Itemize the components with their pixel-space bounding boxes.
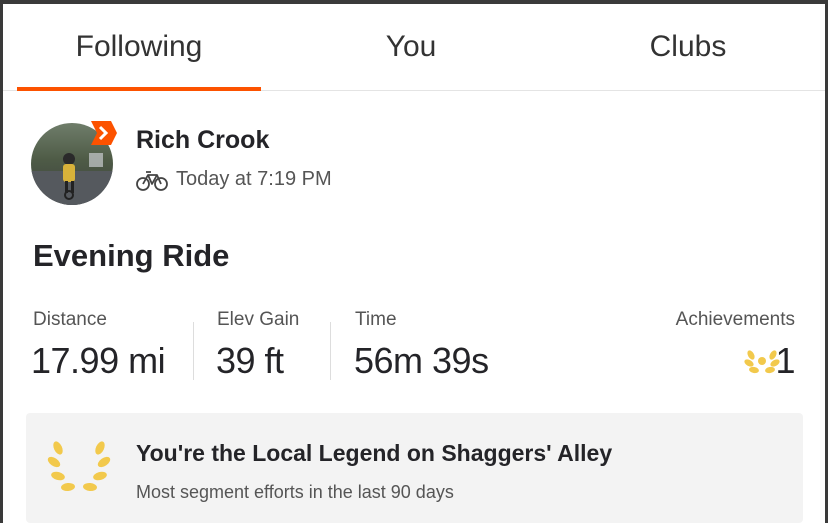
stat-distance-value: 17.99 mi — [31, 340, 166, 381]
subscriber-badge-icon — [91, 121, 117, 145]
tab-following[interactable]: Following — [17, 4, 261, 90]
local-legend-subtitle: Most segment efforts in the last 90 days — [136, 482, 454, 502]
stat-elev-gain-label: Elev Gain — [217, 309, 300, 330]
athlete-avatar[interactable] — [31, 121, 117, 205]
stat-divider — [193, 322, 194, 380]
local-legend-title: You're the Local Legend on Shaggers' All… — [136, 440, 613, 466]
stat-achievements-label: Achievements — [675, 309, 795, 330]
laurel-icon — [47, 441, 111, 492]
activity-title[interactable]: Evening Ride — [33, 238, 229, 274]
stat-time-label: Time — [355, 309, 397, 330]
stat-divider — [330, 322, 331, 380]
activity-meta: Today at 7:19 PM — [136, 168, 332, 191]
stat-distance-label: Distance — [33, 309, 107, 330]
stat-elev-gain-value: 39 ft — [216, 340, 284, 381]
tab-you-label: You — [385, 30, 437, 63]
tab-following-label: Following — [75, 30, 203, 63]
athlete-name[interactable]: Rich Crook — [136, 126, 269, 155]
feed-tabs: Following You Clubs — [3, 4, 825, 91]
bike-icon — [136, 170, 168, 191]
tab-clubs-label: Clubs — [649, 30, 727, 63]
local-legend-card[interactable] — [26, 413, 803, 523]
active-tab-indicator — [17, 87, 261, 91]
activity-timestamp: Today at 7:19 PM — [176, 168, 332, 190]
stat-time-value: 56m 39s — [354, 340, 489, 381]
tab-you[interactable]: You — [301, 4, 521, 90]
tab-clubs[interactable]: Clubs — [563, 4, 813, 90]
stat-achievements-count: 1 — [775, 340, 795, 381]
